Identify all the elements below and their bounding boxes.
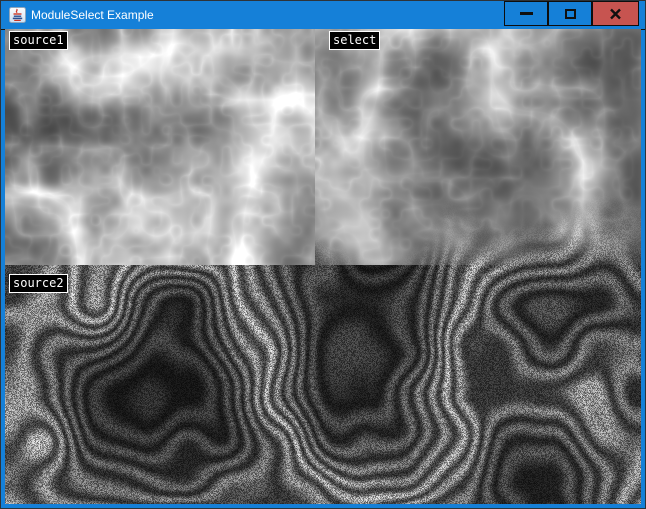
source2-label: source2 bbox=[9, 274, 68, 293]
render-viewport: source1 select source2 bbox=[5, 29, 641, 504]
window-controls bbox=[504, 1, 639, 26]
close-button[interactable] bbox=[592, 1, 639, 26]
close-icon bbox=[609, 8, 622, 20]
maximize-icon bbox=[565, 9, 576, 19]
minimize-icon bbox=[520, 12, 533, 15]
source1-image bbox=[5, 29, 315, 265]
minimize-button[interactable] bbox=[504, 1, 548, 26]
java-coffee-cup-icon bbox=[9, 7, 26, 23]
source1-label: source1 bbox=[9, 31, 68, 50]
window-title: ModuleSelect Example bbox=[31, 1, 154, 29]
maximize-button[interactable] bbox=[548, 1, 592, 26]
app-window: ModuleSelect Example source1 select sour… bbox=[0, 0, 646, 509]
titlebar[interactable]: ModuleSelect Example bbox=[1, 1, 645, 30]
select-label: select bbox=[329, 31, 380, 50]
source2-image bbox=[5, 265, 641, 504]
